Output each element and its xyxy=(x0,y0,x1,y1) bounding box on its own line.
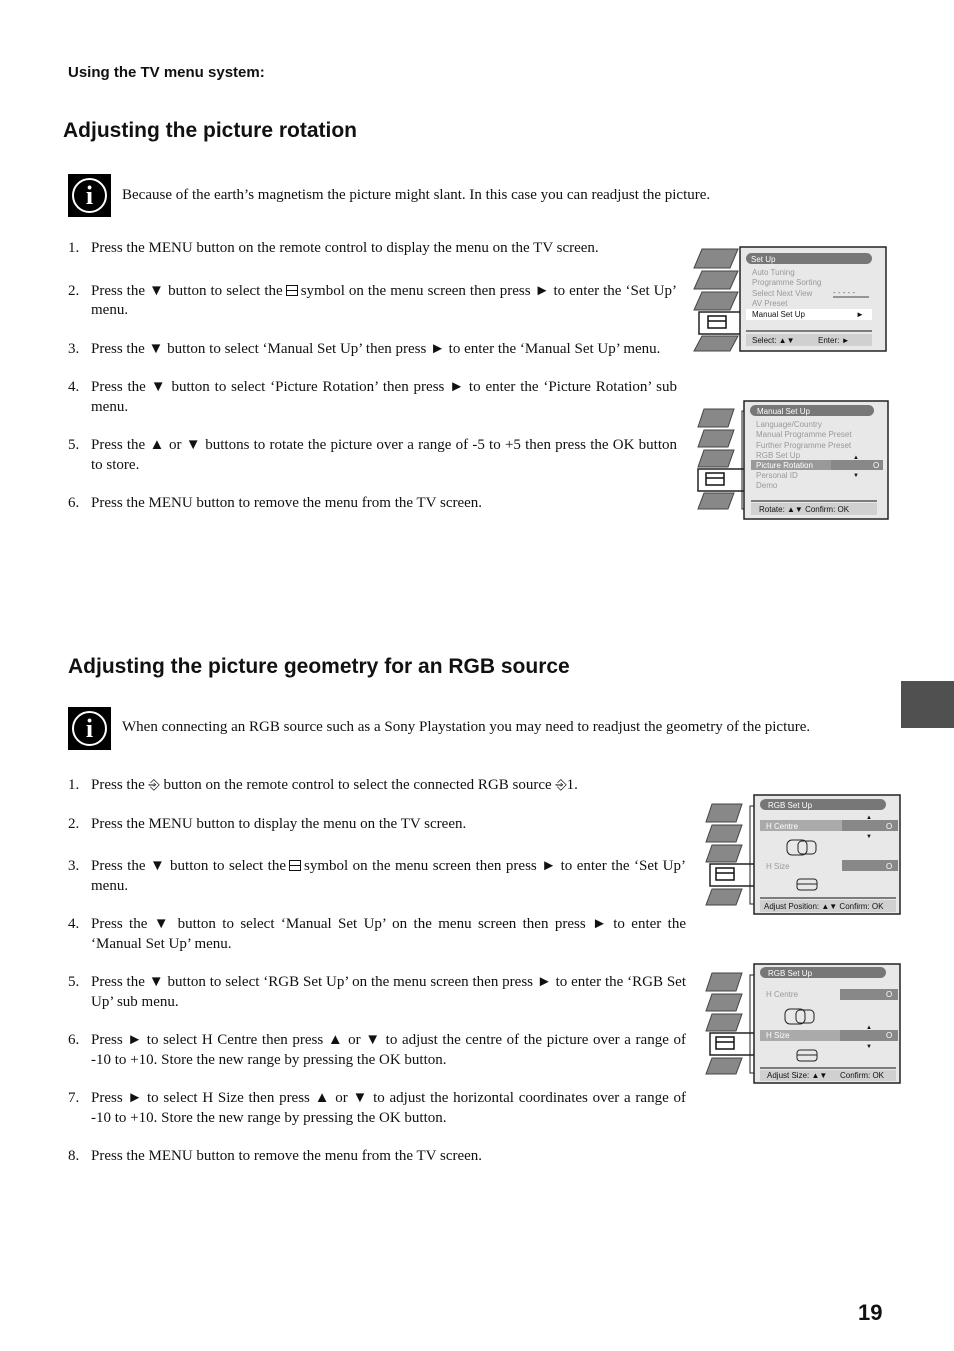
svg-text:RGB Set Up: RGB Set Up xyxy=(768,969,813,978)
step: 2. Press the MENU button to display the m… xyxy=(68,815,467,832)
step: 5. Press the ▼ button to select ‘RGB Set … xyxy=(68,974,686,1010)
svg-text:▲: ▲ xyxy=(853,455,859,461)
preset-tab-icon xyxy=(693,335,739,352)
svg-text:O: O xyxy=(873,461,879,470)
svg-text:Adjust Size: ▲▼: Adjust Size: ▲▼ xyxy=(767,1071,827,1080)
setup-toolbox-icon xyxy=(289,860,302,871)
svg-text:RGB Set Up: RGB Set Up xyxy=(768,801,813,810)
svg-text:Enter: ►: Enter: ► xyxy=(818,336,849,345)
section-title-rotation: Adjusting the picture rotation xyxy=(63,119,357,142)
tv-menu-manual-setup: Manual Set Up Language/Country Manual Pr… xyxy=(697,400,889,520)
menu-tab-icons xyxy=(693,248,748,352)
input-source-icon: ⎆ xyxy=(148,778,160,793)
menu-tab-icons xyxy=(705,803,759,906)
info-note: Because of the earth’s magnetism the pic… xyxy=(122,187,711,203)
svg-text:- - - - -: - - - - - xyxy=(833,288,856,297)
svg-text:O: O xyxy=(886,862,892,871)
svg-text:▲: ▲ xyxy=(866,1025,872,1031)
svg-text:Manual Set Up: Manual Set Up xyxy=(757,407,810,416)
page-number: 19 xyxy=(858,1300,883,1325)
step: 4. Press the ▼ button to select ‘Picture … xyxy=(68,379,677,415)
selected-item: H Size xyxy=(766,1031,790,1040)
setup-toolbox-icon xyxy=(285,284,298,296)
menu-tab-icons xyxy=(705,972,759,1075)
svg-text:▼: ▼ xyxy=(853,473,859,479)
svg-text:O: O xyxy=(886,990,892,999)
svg-text:Confirm: OK: Confirm: OK xyxy=(840,1071,885,1080)
running-header: Using the TV menu system: xyxy=(68,64,265,81)
selected-item: H Centre xyxy=(766,822,799,831)
step: 1. Press the MENU button on the remote co… xyxy=(68,240,599,256)
svg-text:Rotate: ▲▼ Confirm: OK: Rotate: ▲▼ Confirm: OK xyxy=(759,505,850,514)
svg-text:Programme Sorting: Programme Sorting xyxy=(752,278,821,287)
tv-menu-rgb-hsize: RGB Set Up H Centre O H Size O ▲ ▼ Adjus… xyxy=(705,963,901,1084)
menu-title: Set Up xyxy=(751,255,776,264)
svg-text:Adjust Position: ▲▼ Confirm: O: Adjust Position: ▲▼ Confirm: OK xyxy=(764,902,884,911)
step: 8. Press the MENU button to remove the me… xyxy=(68,1148,483,1164)
manual-page: Using the TV menu system: Adjusting the … xyxy=(0,0,954,1351)
rotation-steps: 1. Press the MENU button on the remote co… xyxy=(68,239,677,514)
svg-text:H Size: H Size xyxy=(766,862,790,871)
svg-text:▼: ▼ xyxy=(866,834,872,840)
svg-text:Manual Programme Preset: Manual Programme Preset xyxy=(756,430,852,439)
svg-text:►: ► xyxy=(856,310,864,319)
chapter-tab xyxy=(901,681,954,728)
step: 6. Press ► to select H Centre then press … xyxy=(68,1032,686,1068)
svg-text:▲: ▲ xyxy=(866,815,872,821)
svg-text:AV Preset: AV Preset xyxy=(752,299,788,308)
step: 5. Press the ▲ or ▼ buttons to rotate the… xyxy=(68,437,677,473)
svg-text:H Centre: H Centre xyxy=(766,990,799,999)
step: 2. Press the ▼ button to select the symbol… xyxy=(68,282,677,319)
geometry-steps: 1. Press the ⎆ button on the remote contr… xyxy=(68,776,686,1167)
info-icon: i xyxy=(68,707,111,750)
selected-item: Manual Set Up xyxy=(752,310,805,319)
svg-text:▼: ▼ xyxy=(866,1044,872,1050)
svg-text:RGB Set Up: RGB Set Up xyxy=(756,451,801,460)
svg-text:Select: ▲▼: Select: ▲▼ xyxy=(752,336,795,345)
svg-text:Select Next View: Select Next View xyxy=(752,289,813,298)
svg-text:O: O xyxy=(886,1031,892,1040)
step: 4. Press the ▼ button to select ‘Manual S… xyxy=(68,916,686,952)
info-icon: i xyxy=(68,174,111,217)
step: 3. Press the ▼ button to select the symbol… xyxy=(68,858,686,894)
svg-text:Personal ID: Personal ID xyxy=(756,471,798,480)
svg-text:O: O xyxy=(886,822,892,831)
tv-menu-rgb-hcentre: RGB Set Up H Centre O ▲ ▼ H Size O Adjus… xyxy=(705,794,901,915)
selected-item: Picture Rotation xyxy=(756,461,813,470)
step: 7. Press ► to select H Size then press ▲ … xyxy=(68,1090,686,1126)
sound-tab-icon xyxy=(693,270,739,290)
svg-text:Demo: Demo xyxy=(756,481,778,490)
svg-text:Further Programme Preset: Further Programme Preset xyxy=(756,441,852,450)
svg-text:Auto Tuning: Auto Tuning xyxy=(752,268,795,277)
info-note: When connecting an RGB source such as a … xyxy=(122,719,811,735)
step: 1. Press the ⎆ button on the remote contr… xyxy=(68,776,686,796)
menu-tab-icons xyxy=(697,408,748,510)
tv-menu-setup: Set Up Auto Tuning Programme Sorting Sel… xyxy=(693,246,887,352)
input-source-icon: ⎆ xyxy=(555,778,567,793)
step: 6. Press the MENU button to remove the me… xyxy=(68,495,483,511)
step: 3. Press the ▼ button to select ‘Manual S… xyxy=(68,340,661,357)
svg-text:Language/Country: Language/Country xyxy=(756,420,822,429)
section-title-geometry: Adjusting the picture geometry for an RG… xyxy=(68,655,570,678)
features-tab-icon xyxy=(693,291,739,311)
picture-tab-icon xyxy=(693,248,739,269)
